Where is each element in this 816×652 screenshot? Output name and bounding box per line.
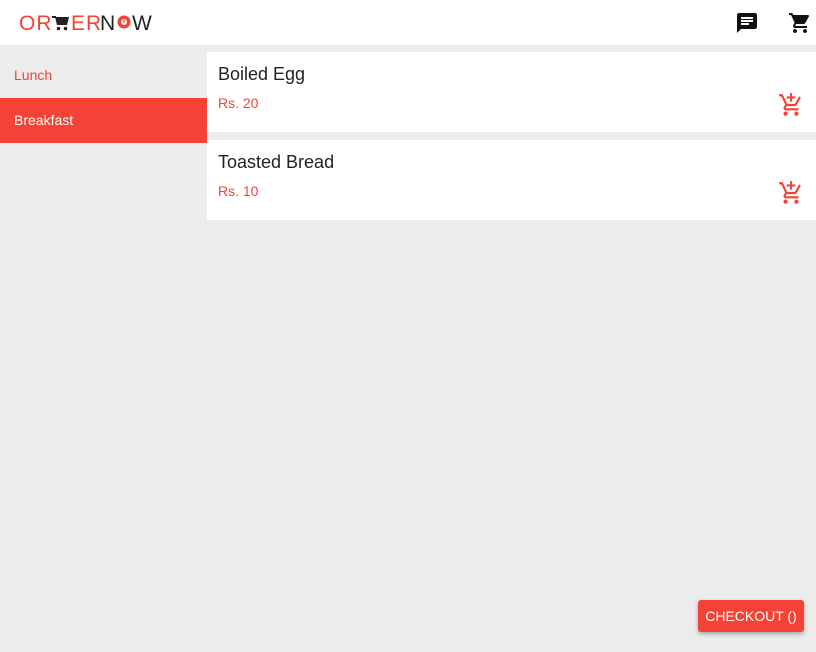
message-icon[interactable] — [735, 11, 759, 35]
item-name: Boiled Egg — [218, 64, 306, 84]
svg-text:N: N — [100, 12, 116, 35]
svg-text:OR: OR — [19, 12, 53, 35]
sidebar-item-breakfast[interactable]: Breakfast — [0, 98, 207, 143]
category-sidebar: Lunch Breakfast — [0, 53, 207, 143]
app-logo[interactable]: OR ER N W — [19, 9, 161, 37]
list-item: Boiled Egg Rs. 20 — [207, 52, 816, 132]
menu-list: Boiled Egg Rs. 20 Toasted Bread Rs. 10 — [207, 52, 816, 228]
order-now-logo: OR ER N W — [19, 12, 153, 35]
sidebar-item-label: Breakfast — [14, 112, 74, 128]
item-price: Rs. 10 — [218, 183, 259, 199]
app-header: OR ER N W — [0, 0, 816, 45]
item-price: Rs. 20 — [218, 95, 259, 111]
svg-text:W: W — [132, 12, 153, 35]
svg-text:ER: ER — [71, 12, 102, 35]
add-to-cart-icon[interactable] — [778, 92, 804, 118]
cart-icon[interactable] — [788, 11, 812, 35]
sidebar-item-lunch[interactable]: Lunch — [0, 53, 207, 98]
item-name: Toasted Bread — [218, 152, 335, 172]
checkout-button[interactable]: CHECKOUT () — [698, 600, 804, 632]
sidebar-item-label: Lunch — [14, 67, 53, 83]
add-to-cart-icon[interactable] — [778, 180, 804, 206]
list-item: Toasted Bread Rs. 10 — [207, 140, 816, 220]
